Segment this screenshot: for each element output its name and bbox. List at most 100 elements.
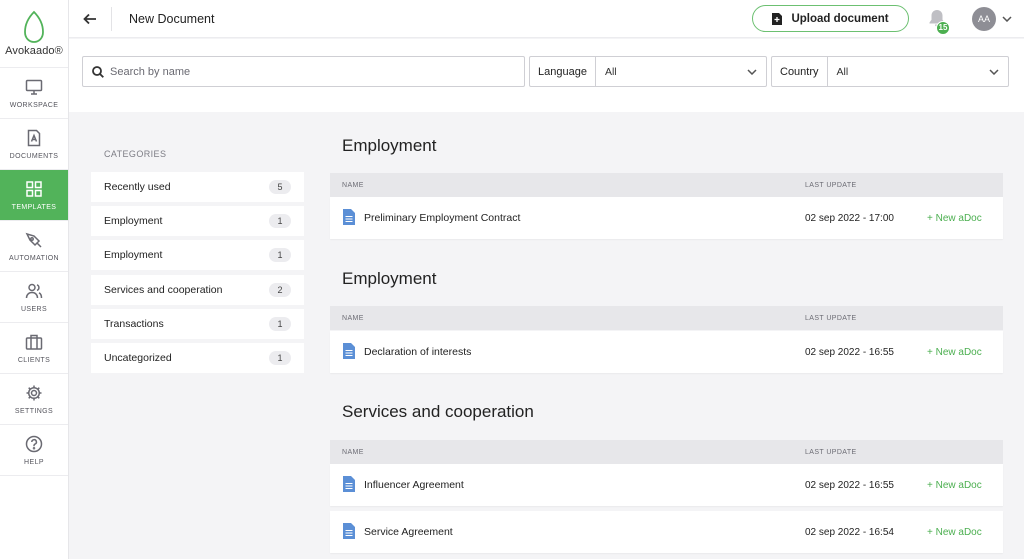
column-header-last-update: LAST UPDATE — [805, 314, 857, 322]
sidebar-item-label: DOCUMENTS — [9, 152, 59, 160]
category-item-services-and-cooperation[interactable]: Services and cooperation 2 — [91, 274, 304, 305]
sidebar-item-label: WORKSPACE — [9, 101, 59, 109]
sidebar-item-label: USERS — [20, 305, 48, 313]
country-filter: Country All — [771, 56, 1009, 87]
grid-icon — [26, 180, 42, 197]
table-header: NAME LAST UPDATE — [330, 306, 1003, 330]
category-count-badge: 5 — [269, 180, 291, 194]
document-file-icon — [343, 209, 355, 225]
category-count-badge: 1 — [269, 214, 291, 229]
section-title: Services and cooperation — [342, 402, 534, 421]
gear-icon — [26, 385, 42, 400]
notification-count-badge: 15 — [936, 20, 950, 35]
column-header-last-update: LAST UPDATE — [805, 181, 857, 189]
language-filter: Language All — [529, 56, 767, 87]
template-row[interactable]: Preliminary Employment Contract 02 sep 2… — [330, 197, 1003, 239]
template-row[interactable]: Service Agreement 02 sep 2022 - 16:54 + … — [330, 511, 1003, 553]
document-file-icon — [343, 343, 355, 359]
search-box — [82, 56, 525, 87]
template-last-update: 02 sep 2022 - 16:55 — [805, 479, 894, 491]
new-adoc-link[interactable]: + New aDoc — [927, 480, 982, 491]
country-dropdown-toggle[interactable] — [980, 57, 1008, 86]
sidebar-item-users[interactable]: USERS — [0, 272, 68, 323]
monitor-icon — [25, 79, 43, 95]
arrow-left-icon — [83, 13, 96, 24]
filter-bar: Language All Country All — [69, 39, 1024, 112]
sidebar-item-workspace[interactable]: WORKSPACE — [0, 68, 68, 119]
new-adoc-link[interactable]: + New aDoc — [927, 213, 982, 224]
chevron-down-icon — [989, 68, 999, 75]
category-item-uncategorized[interactable]: Uncategorized 1 — [91, 342, 304, 373]
sidebar-item-label: TEMPLATES — [11, 203, 57, 211]
sidebar-item-label: CLIENTS — [17, 356, 51, 364]
category-count-badge: 1 — [269, 316, 291, 331]
category-item-employment[interactable]: Employment 1 — [91, 206, 304, 237]
categories-heading: CATEGORIES — [104, 149, 167, 159]
sidebar-item-automation[interactable]: AUTOMATION — [0, 221, 68, 272]
chevron-down-icon — [747, 68, 757, 75]
search-icon — [92, 65, 104, 78]
category-label: Employment — [104, 249, 163, 262]
sidebar-item-label: SETTINGS — [14, 407, 54, 415]
account-menu-toggle[interactable] — [996, 7, 1018, 31]
category-item-employment-2[interactable]: Employment 1 — [91, 240, 304, 271]
language-select[interactable]: All — [596, 57, 738, 86]
sidebar-item-settings[interactable]: SETTINGS — [0, 374, 68, 425]
file-plus-icon — [772, 12, 783, 25]
avatar[interactable]: AA — [972, 6, 996, 31]
template-row[interactable]: Influencer Agreement 02 sep 2022 - 16:55… — [330, 464, 1003, 506]
template-name: Service Agreement — [364, 526, 453, 538]
table-header: NAME LAST UPDATE — [330, 173, 1003, 197]
category-item-recently-used[interactable]: Recently used 5 — [91, 172, 304, 202]
category-item-transactions[interactable]: Transactions 1 — [91, 308, 304, 339]
pen-icon — [25, 232, 42, 248]
section-title: Employment — [342, 269, 437, 288]
document-icon — [27, 129, 41, 146]
column-header-last-update: LAST UPDATE — [805, 448, 857, 456]
category-count-badge: 1 — [269, 248, 291, 263]
template-name: Preliminary Employment Contract — [364, 212, 521, 224]
country-label: Country — [772, 57, 828, 86]
category-label: Transactions — [104, 317, 164, 330]
back-button[interactable] — [69, 0, 111, 38]
template-row[interactable]: Declaration of interests 02 sep 2022 - 1… — [330, 331, 1003, 373]
briefcase-icon — [25, 334, 43, 350]
header-divider — [111, 6, 112, 31]
template-last-update: 02 sep 2022 - 16:54 — [805, 526, 894, 538]
country-select[interactable]: All — [828, 57, 980, 86]
sidebar-item-clients[interactable]: CLIENTS — [0, 323, 68, 374]
template-name: Influencer Agreement — [364, 479, 464, 491]
template-last-update: 02 sep 2022 - 16:55 — [805, 346, 894, 358]
template-name: Declaration of interests — [364, 346, 472, 358]
logo-text: Avokaado® — [5, 45, 63, 57]
users-icon — [25, 283, 43, 298]
new-adoc-link[interactable]: + New aDoc — [927, 527, 982, 538]
document-file-icon — [343, 476, 355, 492]
table-header: NAME LAST UPDATE — [330, 440, 1003, 464]
sidebar-item-label: AUTOMATION — [8, 254, 60, 262]
section-title: Employment — [342, 136, 437, 155]
column-header-name: NAME — [342, 448, 364, 456]
top-header: New Document Upload document 15 AA — [69, 0, 1024, 38]
sidebar-item-help[interactable]: HELP — [0, 425, 68, 476]
document-file-icon — [343, 523, 355, 539]
header-actions: Upload document 15 AA — [752, 4, 1024, 35]
template-last-update: 02 sep 2022 - 17:00 — [805, 212, 894, 224]
chevron-down-icon — [1002, 15, 1012, 22]
sidebar-item-templates[interactable]: TEMPLATES — [0, 170, 68, 221]
upload-document-button[interactable]: Upload document — [752, 5, 909, 32]
language-dropdown-toggle[interactable] — [738, 57, 766, 86]
notifications-button[interactable]: 15 — [922, 4, 952, 35]
sidebar: Avokaado® WORKSPACE DOCUMENTS TEMPLATES … — [0, 0, 69, 559]
column-header-name: NAME — [342, 314, 364, 322]
categories-list: Recently used 5 Employment 1 Employment … — [91, 172, 304, 377]
category-count-badge: 2 — [269, 282, 291, 297]
new-adoc-link[interactable]: + New aDoc — [927, 347, 982, 358]
logo[interactable]: Avokaado® — [0, 0, 68, 68]
search-input[interactable] — [110, 65, 510, 78]
language-label: Language — [530, 57, 596, 86]
column-header-name: NAME — [342, 181, 364, 189]
sidebar-item-documents[interactable]: DOCUMENTS — [0, 119, 68, 170]
category-label: Recently used — [104, 181, 171, 193]
avocado-logo-icon — [24, 10, 44, 43]
